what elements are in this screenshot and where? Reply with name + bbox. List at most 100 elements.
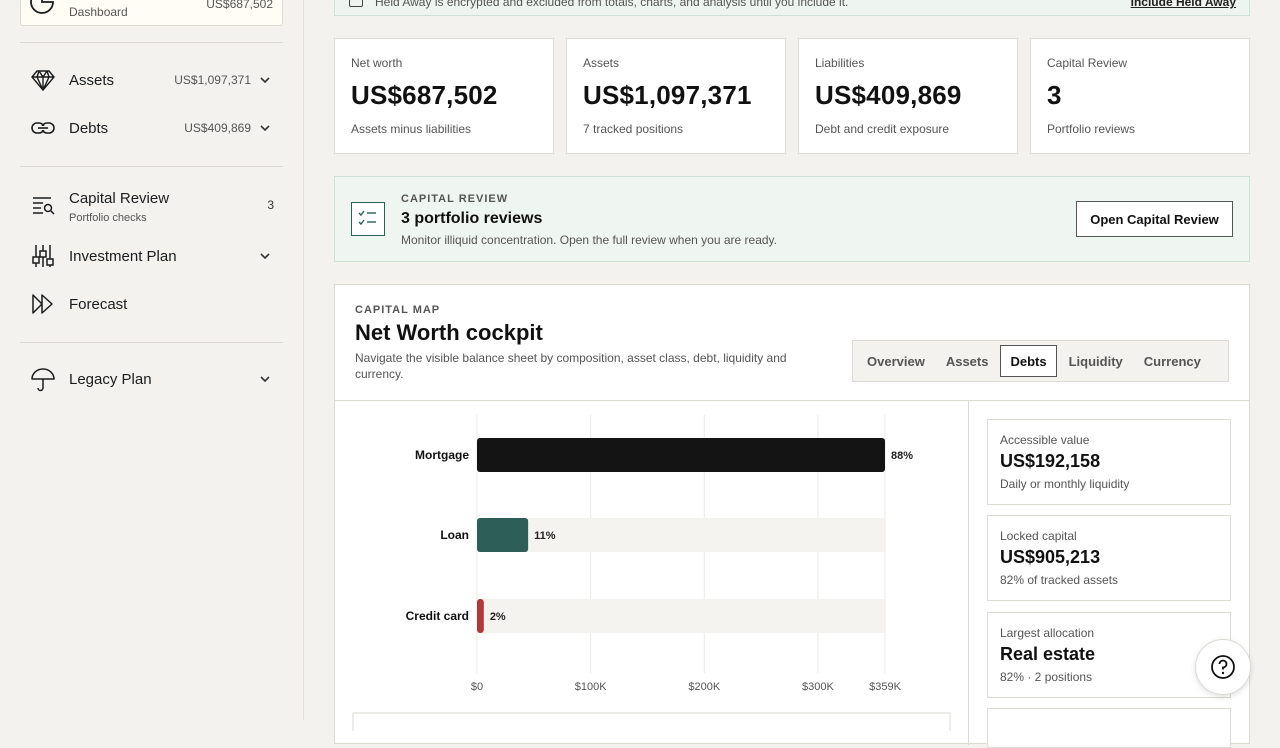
card-value: US$192,158 [1000, 451, 1101, 471]
category-label: Credit card [406, 609, 469, 623]
sidebar-item-debts[interactable]: Debts US$409,869 [30, 113, 275, 143]
card-title: Locked capital [1000, 529, 1077, 543]
main-content: Held Away is encrypted and excluded from… [304, 0, 1280, 748]
debt-bar-chart: $0 $100K $200K $300K $359K Mortgage 88% Loan 11%… [352, 415, 951, 731]
card-value: Real estate [1000, 644, 1096, 664]
stat-value: US$687,502 [351, 80, 498, 110]
x-tick-label: $200K [688, 681, 720, 693]
tab-liquidity[interactable]: Liquidity [1060, 345, 1132, 377]
sidebar-divider [20, 342, 283, 343]
sidebar-item-amount: US$409,869 [184, 121, 251, 135]
stat-sub: Debt and credit exposure [815, 122, 950, 136]
sidebar-item-forecast[interactable]: Forecast [30, 289, 275, 319]
x-tick-label: $300K [802, 681, 834, 693]
capital-review-callout: CAPITAL REVIEW 3 portfolio reviews Monit… [334, 176, 1250, 262]
lock-icon [349, 0, 363, 7]
link-icon [30, 115, 56, 141]
panel-column-divider [968, 400, 969, 745]
x-tick-label: $100K [575, 681, 607, 693]
chevron-down-icon[interactable] [258, 121, 272, 135]
review-count-badge: 3 [267, 198, 274, 212]
dashboard-icon [30, 0, 54, 14]
checklist-icon [351, 202, 385, 236]
open-capital-review-button[interactable]: Open Capital Review [1076, 201, 1233, 237]
diamond-icon [30, 67, 56, 93]
review-kicker: CAPITAL REVIEW [401, 193, 509, 205]
cockpit-tabs: Overview Assets Debts Liquidity Currency [852, 340, 1229, 382]
stat-card-assets: Assets US$1,097,371 7 tracked positions [566, 38, 786, 154]
sidebar: Dashboard US$687,502 Assets US$1,097,371… [0, 0, 304, 720]
bar-track [477, 599, 885, 633]
card-title: Accessible value [1000, 433, 1090, 447]
accessible-value-card: Accessible value US$192,158 Daily or mon… [987, 419, 1231, 505]
sliders-icon [30, 243, 56, 269]
percent-label: 11% [534, 530, 556, 542]
chevron-down-icon[interactable] [258, 73, 272, 87]
sidebar-item-assets[interactable]: Assets US$1,097,371 [30, 65, 275, 95]
sidebar-item-legacy-plan[interactable]: Legacy Plan [30, 364, 275, 394]
card-sub: Daily or monthly liquidity [1000, 477, 1130, 491]
sidebar-item-label: Investment Plan [69, 247, 177, 265]
fast-forward-icon [30, 291, 56, 317]
review-title: 3 portfolio reviews [401, 210, 543, 227]
sidebar-item-label: Assets [69, 71, 115, 89]
dashboard-label: Dashboard [69, 5, 128, 19]
largest-allocation-card: Largest allocation Real estate 82% · 2 p… [987, 612, 1231, 698]
stat-value: US$1,097,371 [583, 80, 752, 110]
review-icon [30, 192, 56, 218]
sidebar-divider [20, 42, 283, 43]
tab-currency[interactable]: Currency [1135, 345, 1210, 377]
stat-title: Capital Review [1047, 56, 1128, 70]
net-worth-cockpit-panel: CAPITAL MAP Net Worth cockpit Navigate t… [334, 284, 1250, 748]
dashboard-card[interactable]: Dashboard US$687,502 [20, 0, 283, 26]
sidebar-item-label: Forecast [69, 295, 128, 313]
chevron-down-icon[interactable] [258, 372, 272, 386]
held-away-banner: Held Away is encrypted and excluded from… [334, 0, 1250, 16]
tab-debts[interactable]: Debts [1000, 345, 1057, 377]
umbrella-icon [30, 366, 56, 392]
stat-title: Assets [583, 56, 620, 70]
question-icon [1211, 655, 1235, 679]
stat-sub: Assets minus liabilities [351, 122, 472, 136]
card-sub: 82% · 2 positions [1000, 670, 1093, 684]
stat-card-liabilities: Liabilities US$409,869 Debt and credit e… [798, 38, 1018, 154]
bar [477, 599, 484, 633]
sidebar-item-sub: Portfolio checks [69, 212, 147, 224]
card-sub: 82% of tracked assets [1000, 573, 1119, 587]
help-button[interactable] [1195, 639, 1251, 695]
card-value: US$905,213 [1000, 547, 1101, 567]
sidebar-item-capital-review[interactable]: Capital Review Portfolio checks 3 [30, 190, 275, 224]
tab-assets[interactable]: Assets [937, 345, 998, 377]
category-label: Loan [440, 528, 469, 542]
sidebar-item-investment-plan[interactable]: Investment Plan [30, 241, 275, 271]
panel-title: Net Worth cockpit [355, 320, 543, 345]
bar [477, 438, 885, 472]
locked-capital-card: Locked capital US$905,213 82% of tracked… [987, 515, 1231, 601]
chevron-down-icon[interactable] [258, 249, 272, 263]
stat-card-net-worth: Net worth US$687,502 Assets minus liabil… [334, 38, 554, 154]
stat-sub: 7 tracked positions [583, 122, 684, 136]
stat-sub: Portfolio reviews [1047, 122, 1136, 136]
side-card-partial [987, 708, 1231, 748]
sidebar-item-label: Capital Review [69, 190, 170, 207]
card-title: Largest allocation [1000, 626, 1095, 640]
stat-title: Liabilities [815, 56, 865, 70]
chart-footer-card [352, 712, 951, 731]
sidebar-item-amount: US$1,097,371 [174, 73, 251, 87]
percent-label: 2% [490, 611, 506, 623]
panel-kicker: CAPITAL MAP [355, 304, 441, 316]
dashboard-value: US$687,502 [206, 0, 273, 11]
stat-title: Net worth [351, 56, 403, 70]
sidebar-divider [20, 166, 283, 167]
review-description: Monitor illiquid concentration. Open the… [401, 233, 777, 247]
stat-value: US$409,869 [815, 80, 962, 110]
category-label: Mortgage [415, 448, 469, 462]
stat-card-capital-review: Capital Review 3 Portfolio reviews [1030, 38, 1250, 154]
bar [477, 518, 529, 552]
include-held-away-link[interactable]: Include Held Away [1131, 0, 1236, 9]
banner-text: Held Away is encrypted and excluded from… [375, 0, 849, 9]
x-tick-label: $0 [471, 681, 483, 693]
tab-overview[interactable]: Overview [858, 345, 934, 377]
x-tick-label: $359K [869, 681, 901, 693]
sidebar-item-label: Legacy Plan [69, 370, 152, 388]
